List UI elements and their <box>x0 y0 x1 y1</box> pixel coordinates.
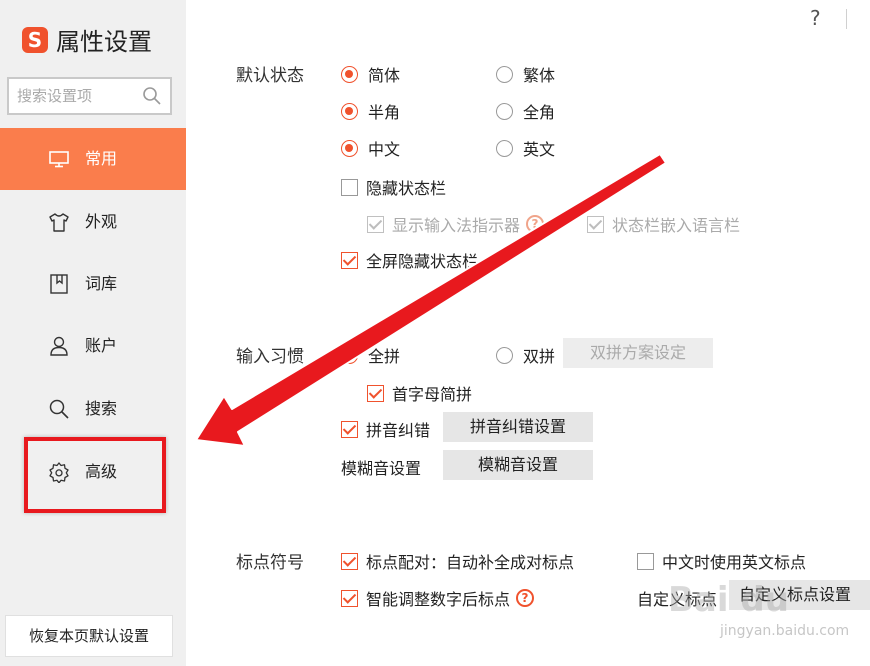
checkbox-box[interactable] <box>341 178 358 196</box>
monitor-icon <box>49 151 69 168</box>
sidebar-item-label: 外观 <box>85 212 118 231</box>
fuzzy-settings-label: 模糊音设置 <box>341 459 422 478</box>
radio-dot[interactable] <box>496 346 513 364</box>
radio-label: 全拼 <box>368 347 401 366</box>
radio-dot[interactable] <box>341 102 358 120</box>
radio-double-pinyin[interactable]: 双拼 <box>496 343 555 367</box>
radio-label: 繁体 <box>523 66 556 85</box>
checkbox-fullscreen-hide-status[interactable]: 全屏隐藏状态栏 <box>341 248 478 272</box>
section-label-default-state: 默认状态 <box>236 66 304 86</box>
checkbox-label: 智能调整数字后标点 <box>366 590 511 609</box>
radio-traditional[interactable]: 繁体 <box>496 62 555 86</box>
radio-dot[interactable] <box>496 65 513 83</box>
sidebar-item-label: 账户 <box>85 336 118 355</box>
checkbox-box[interactable] <box>341 420 358 438</box>
checkbox-smart-adjust-punct[interactable]: 智能调整数字后标点 ? <box>341 586 535 610</box>
search-icon[interactable] <box>142 86 162 106</box>
sidebar: S 属性设置 常用 外观 <box>0 0 186 666</box>
checkbox-label: 标点配对：自动补全成对标点 <box>366 553 575 572</box>
help-button[interactable]: ? <box>810 6 821 30</box>
radio-chinese[interactable]: 中文 <box>341 136 400 160</box>
section-label-input-habit: 输入习惯 <box>236 347 304 367</box>
checkbox-box[interactable] <box>341 251 358 269</box>
checkbox-hide-status-bar[interactable]: 隐藏状态栏 <box>341 175 446 199</box>
sidebar-item-label: 常用 <box>85 149 118 168</box>
watermark-url: jingyan.baidu.com <box>720 623 850 639</box>
radio-label: 双拼 <box>523 347 556 366</box>
checkbox-initial-abbrev[interactable]: 首字母简拼 <box>367 381 472 405</box>
radio-dot[interactable] <box>341 139 358 157</box>
pinyin-correction-settings-button[interactable]: 拼音纠错设置 <box>443 412 593 442</box>
radio-half-width[interactable]: 半角 <box>341 99 400 123</box>
checkbox-box[interactable] <box>367 384 384 402</box>
help-circle-icon[interactable]: ? <box>516 589 535 607</box>
search-input[interactable] <box>17 87 137 105</box>
checkbox-show-ime-indicator[interactable]: 显示输入法指示器 ? <box>367 212 545 236</box>
checkbox-status-bar-lang-bar[interactable]: 状态栏嵌入语言栏 <box>587 212 740 236</box>
radio-label: 中文 <box>368 140 401 159</box>
radio-simplified[interactable]: 简体 <box>341 62 400 86</box>
help-circle-icon[interactable]: ? <box>526 215 545 233</box>
settings-window: S 属性设置 常用 外观 <box>0 0 870 666</box>
watermark-logo: Bai du <box>668 580 789 620</box>
sogou-logo-icon: S <box>22 26 48 53</box>
checkbox-box[interactable] <box>367 215 384 233</box>
section-label-punctuation: 标点符号 <box>236 553 304 573</box>
checkbox-box[interactable] <box>637 552 654 570</box>
checkbox-label: 隐藏状态栏 <box>366 179 447 198</box>
annotation-highlight-box <box>24 437 166 513</box>
sidebar-item-search[interactable]: 搜索 <box>0 378 186 440</box>
checkbox-box[interactable] <box>587 215 604 233</box>
sidebar-item-common[interactable]: 常用 <box>0 128 186 190</box>
app-logo: S 属性设置 <box>22 22 152 57</box>
sidebar-item-lexicon[interactable]: 词库 <box>0 253 186 315</box>
radio-full-pinyin[interactable]: 全拼 <box>341 343 400 367</box>
radio-label: 半角 <box>368 103 401 122</box>
divider <box>846 9 847 29</box>
radio-dot[interactable] <box>341 346 358 364</box>
double-pinyin-settings-button[interactable]: 双拼方案设定 <box>563 338 713 368</box>
shirt-icon <box>49 213 69 232</box>
checkbox-label: 全屏隐藏状态栏 <box>366 252 479 271</box>
checkbox-label: 状态栏嵌入语言栏 <box>612 216 741 235</box>
radio-label: 简体 <box>368 66 401 85</box>
checkbox-label: 拼音纠错 <box>366 421 431 440</box>
radio-dot[interactable] <box>496 139 513 157</box>
radio-dot[interactable] <box>496 102 513 120</box>
checkbox-punct-pairing[interactable]: 标点配对：自动补全成对标点 <box>341 549 574 573</box>
search-box[interactable] <box>7 77 172 115</box>
bookmark-book-icon <box>50 274 68 294</box>
checkbox-label: 首字母简拼 <box>392 385 473 404</box>
checkbox-english-punct-in-chinese[interactable]: 中文时使用英文标点 <box>637 549 806 573</box>
checkbox-box[interactable] <box>341 552 358 570</box>
checkbox-label: 显示输入法指示器 <box>392 216 521 235</box>
radio-dot[interactable] <box>341 65 358 83</box>
sidebar-item-label: 搜索 <box>85 399 118 418</box>
user-icon <box>50 336 68 356</box>
checkbox-label: 中文时使用英文标点 <box>662 553 807 572</box>
sidebar-item-account[interactable]: 账户 <box>0 315 186 377</box>
radio-english[interactable]: 英文 <box>496 136 555 160</box>
radio-label: 英文 <box>523 140 556 159</box>
checkbox-pinyin-correction[interactable]: 拼音纠错 <box>341 417 430 441</box>
radio-label: 全角 <box>523 103 556 122</box>
restore-defaults-button[interactable]: 恢复本页默认设置 <box>5 615 173 657</box>
app-title: 属性设置 <box>56 28 152 56</box>
sidebar-item-appearance[interactable]: 外观 <box>0 191 186 253</box>
sidebar-item-label: 词库 <box>85 274 118 293</box>
radio-full-width[interactable]: 全角 <box>496 99 555 123</box>
search-icon <box>49 399 69 419</box>
fuzzy-settings-button[interactable]: 模糊音设置 <box>443 450 593 480</box>
checkbox-box[interactable] <box>341 589 358 607</box>
